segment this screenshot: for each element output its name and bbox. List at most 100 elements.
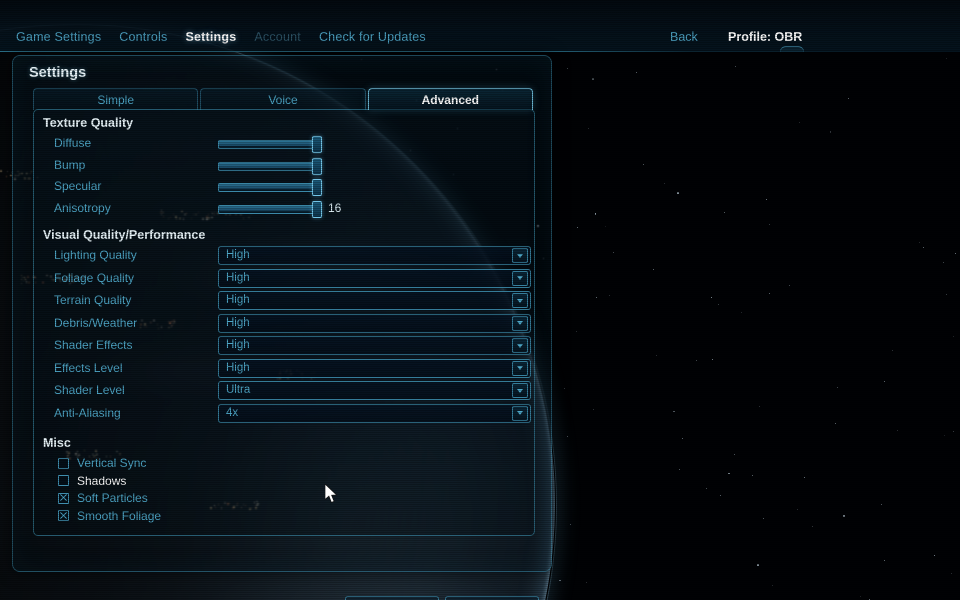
slider-anisotropy[interactable]: [218, 200, 322, 218]
tab-advanced[interactable]: Advanced: [367, 88, 533, 110]
star: [585, 582, 587, 584]
star: [593, 408, 595, 410]
chevron-down-icon[interactable]: [512, 405, 528, 421]
star: [797, 508, 799, 510]
dropdown-label-effects-level: Effects Level: [54, 360, 123, 375]
dropdown-foliage-quality[interactable]: High: [218, 268, 531, 288]
tab-voice[interactable]: Voice: [200, 88, 366, 110]
dropdown-shader-level[interactable]: Ultra: [218, 381, 531, 400]
star: [829, 130, 831, 132]
star: [712, 359, 714, 361]
star: [843, 515, 845, 517]
chevron-down-icon[interactable]: [512, 270, 528, 286]
chevron-down-icon[interactable]: [512, 338, 528, 353]
dropdown-terrain-quality[interactable]: High: [218, 291, 531, 310]
defaults-button[interactable]: Defaults: [445, 596, 539, 600]
slider-bump[interactable]: [218, 157, 322, 175]
chevron-down-icon[interactable]: [512, 293, 528, 308]
checkbox-label-vertical-sync: Vertical Sync: [77, 456, 147, 470]
slider-fill: [219, 205, 317, 211]
checkbox-label-shadows: Shadows: [77, 473, 127, 488]
star: [766, 198, 768, 200]
checkbox-shadows[interactable]: [58, 475, 69, 487]
dropdown-effects-level[interactable]: High: [218, 358, 531, 378]
slider-handle[interactable]: [312, 157, 322, 175]
dropdown-value-shader-effects: High: [226, 339, 250, 351]
checkbox-row-shadows[interactable]: Shadows: [58, 474, 126, 488]
slider-handle[interactable]: [312, 179, 322, 196]
star: [757, 564, 759, 566]
chevron-down-icon[interactable]: [512, 248, 528, 263]
dropdown-anti-aliasing[interactable]: 4x: [218, 403, 531, 423]
star: [891, 350, 893, 352]
caret-glyph: [517, 388, 523, 393]
star: [768, 293, 770, 295]
caret-glyph: [517, 276, 523, 280]
nav-item-controls[interactable]: Controls: [119, 30, 167, 44]
dropdown-value-lighting-quality: High: [226, 249, 250, 261]
nav-item-check-for-updates[interactable]: Check for Updates: [319, 30, 426, 44]
star: [673, 410, 675, 413]
chevron-down-icon[interactable]: [512, 383, 528, 398]
checkbox-row-vertical-sync[interactable]: Vertical Sync: [58, 456, 146, 470]
dropdown-label-terrain-quality: Terrain Quality: [54, 293, 132, 307]
star: [608, 294, 610, 296]
checkbox-vertical-sync[interactable]: [58, 457, 69, 469]
profile-label: Profile: OBR: [728, 30, 803, 44]
apply-button[interactable]: Apply: [345, 596, 439, 600]
star: [811, 525, 813, 527]
dropdown-label-foliage-quality: Foliage Quality: [54, 270, 135, 285]
slider-handle[interactable]: [312, 200, 322, 218]
checkbox-row-smooth-foliage[interactable]: Smooth Foliage: [58, 509, 161, 523]
star: [605, 226, 607, 228]
settings-dialog: Settings Simple Voice Advanced Texture Qua…: [12, 55, 552, 600]
star: [942, 262, 944, 264]
checkbox-smooth-foliage[interactable]: [58, 510, 69, 522]
slider-diffuse[interactable]: [218, 136, 322, 153]
nav-item-account: Account: [254, 30, 301, 44]
star: [884, 559, 886, 561]
star: [762, 517, 764, 519]
star: [676, 192, 679, 194]
star: [758, 405, 760, 407]
slider-handle[interactable]: [312, 136, 322, 153]
back-button[interactable]: Back: [670, 30, 698, 44]
chevron-down-icon[interactable]: [512, 360, 528, 376]
star: [944, 435, 946, 437]
dropdown-label-lighting-quality: Lighting Quality: [54, 248, 137, 262]
star: [734, 65, 737, 68]
dropdown-lighting-quality[interactable]: High: [218, 246, 531, 265]
caret-glyph: [517, 411, 523, 415]
dropdown-debris-weather[interactable]: High: [218, 313, 531, 333]
chevron-down-icon[interactable]: [512, 315, 528, 331]
star: [954, 252, 956, 254]
star: [922, 246, 924, 248]
caret-glyph: [517, 298, 523, 303]
star: [803, 477, 805, 479]
star: [945, 293, 947, 295]
slider-label-anisotropy: Anisotropy: [54, 200, 111, 215]
checkbox-row-soft-particles[interactable]: Soft Particles: [58, 491, 148, 505]
star: [728, 472, 731, 475]
star: [591, 78, 594, 80]
slider-value-anisotropy: 16: [328, 200, 342, 215]
star: [798, 122, 800, 124]
nav-item-game-settings[interactable]: Game Settings: [16, 30, 101, 44]
star: [952, 430, 954, 432]
slider-specular[interactable]: [218, 179, 322, 196]
star: [656, 354, 658, 356]
group-header-visual-quality: Visual Quality/Performance: [43, 228, 206, 242]
group-header-texture-quality: Texture Quality: [43, 116, 134, 130]
star: [724, 211, 726, 213]
dropdown-value-foliage-quality: High: [226, 271, 250, 284]
tab-simple[interactable]: Simple: [33, 88, 199, 110]
star: [896, 429, 898, 431]
nav-item-settings[interactable]: Settings: [185, 30, 236, 44]
dropdown-value-anti-aliasing: 4x: [226, 406, 239, 419]
checkbox-soft-particles[interactable]: [58, 492, 69, 504]
star: [733, 453, 735, 455]
group-header-misc: Misc: [43, 436, 71, 450]
star: [946, 57, 948, 59]
dropdown-shader-effects[interactable]: High: [218, 336, 531, 355]
caret-glyph: [517, 253, 523, 258]
